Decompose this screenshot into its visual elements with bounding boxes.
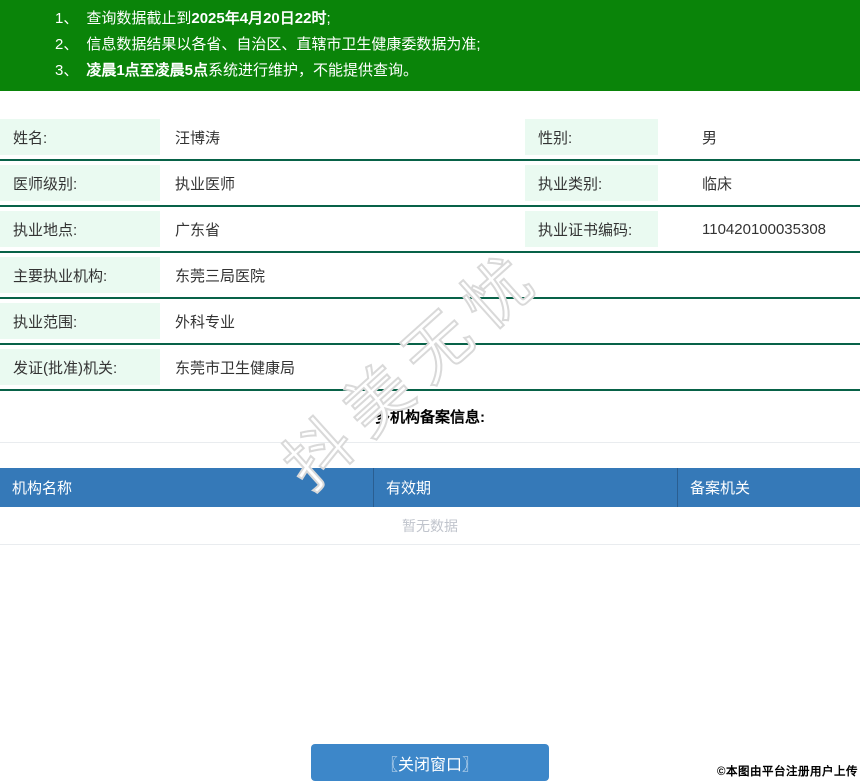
name-label: 姓名: xyxy=(0,115,160,159)
column-header-institution-name: 机构名称 xyxy=(12,480,73,497)
doctor-level-value: 执业医师 xyxy=(175,175,236,193)
gender-value: 男 xyxy=(702,129,718,147)
notice-text: 系统进行维护，不能提供查询。 xyxy=(208,62,419,79)
table-row-practice-scope: 执业范围: 外科专业 xyxy=(0,299,860,345)
notice-number: 2、 xyxy=(55,36,79,53)
multi-institution-section-title: 多机构备案信息: xyxy=(0,391,860,443)
filing-table: 机构名称 有效期 备案机关 暂无数据 xyxy=(0,468,860,545)
column-header-validity-period: 有效期 xyxy=(373,468,677,507)
issuing-authority-label: 发证(批准)机关: xyxy=(0,345,160,389)
notice-line-3: 3、 凌晨1点至凌晨5点系统进行维护，不能提供查询。 xyxy=(55,58,860,84)
table-row-location-certificate: 执业地点: 广东省 执业证书编码: 110420100035308 xyxy=(0,207,860,253)
notice-number: 1、 xyxy=(55,10,79,27)
practice-location-value: 广东省 xyxy=(175,221,221,239)
main-institution-label: 主要执业机构: xyxy=(0,253,160,297)
no-data-placeholder: 暂无数据 xyxy=(0,507,860,545)
notice-text-bold: 2025年4月20日22时 xyxy=(191,10,327,27)
filing-table-header: 机构名称 有效期 备案机关 xyxy=(0,468,860,507)
table-row-level-category: 医师级别: 执业医师 执业类别: 临床 xyxy=(0,161,860,207)
practice-location-label: 执业地点: xyxy=(0,207,160,251)
name-value: 汪博涛 xyxy=(175,129,221,147)
table-row-name-gender: 姓名: 汪博涛 性别: 男 xyxy=(0,115,860,161)
issuing-authority-value: 东莞市卫生健康局 xyxy=(175,359,296,377)
notice-text: 查询数据截止到 xyxy=(86,10,192,27)
close-window-button[interactable]: 〖关闭窗口〗 xyxy=(311,744,549,781)
column-header-filing-authority: 备案机关 xyxy=(677,468,860,507)
gender-label: 性别: xyxy=(525,115,658,159)
practitioner-info-table: 姓名: 汪博涛 性别: 男 医师级别: 执业医师 执业类别: 临床 执业地点: … xyxy=(0,115,860,391)
practice-category-label: 执业类别: xyxy=(525,161,658,205)
table-row-issuing-authority: 发证(批准)机关: 东莞市卫生健康局 xyxy=(0,345,860,391)
certificate-number-value: 110420100035308 xyxy=(702,220,827,238)
notice-text: 信息数据结果以各省、自治区、直辖市卫生健康委数据为准; xyxy=(86,36,481,53)
notice-number: 3、 xyxy=(55,62,79,79)
doctor-level-label: 医师级别: xyxy=(0,161,160,205)
notice-text-bold: 凌晨1点至凌晨5点 xyxy=(86,62,209,79)
copyright-note: ©本图由平台注册用户上传 xyxy=(717,766,858,778)
certificate-number-label: 执业证书编码: xyxy=(525,207,658,251)
notice-banner: 1、 查询数据截止到2025年4月20日22时; 2、 信息数据结果以各省、自治区、… xyxy=(0,0,860,91)
practice-category-value: 临床 xyxy=(702,175,733,193)
notice-line-1: 1、 查询数据截止到2025年4月20日22时; xyxy=(55,6,860,32)
notice-line-2: 2、 信息数据结果以各省、自治区、直辖市卫生健康委数据为准; xyxy=(55,32,860,58)
notice-text: ; xyxy=(326,10,331,27)
practice-scope-label: 执业范围: xyxy=(0,299,160,343)
practice-scope-value: 外科专业 xyxy=(175,313,236,331)
table-row-main-institution: 主要执业机构: 东莞三局医院 xyxy=(0,253,860,299)
main-institution-value: 东莞三局医院 xyxy=(175,267,266,285)
